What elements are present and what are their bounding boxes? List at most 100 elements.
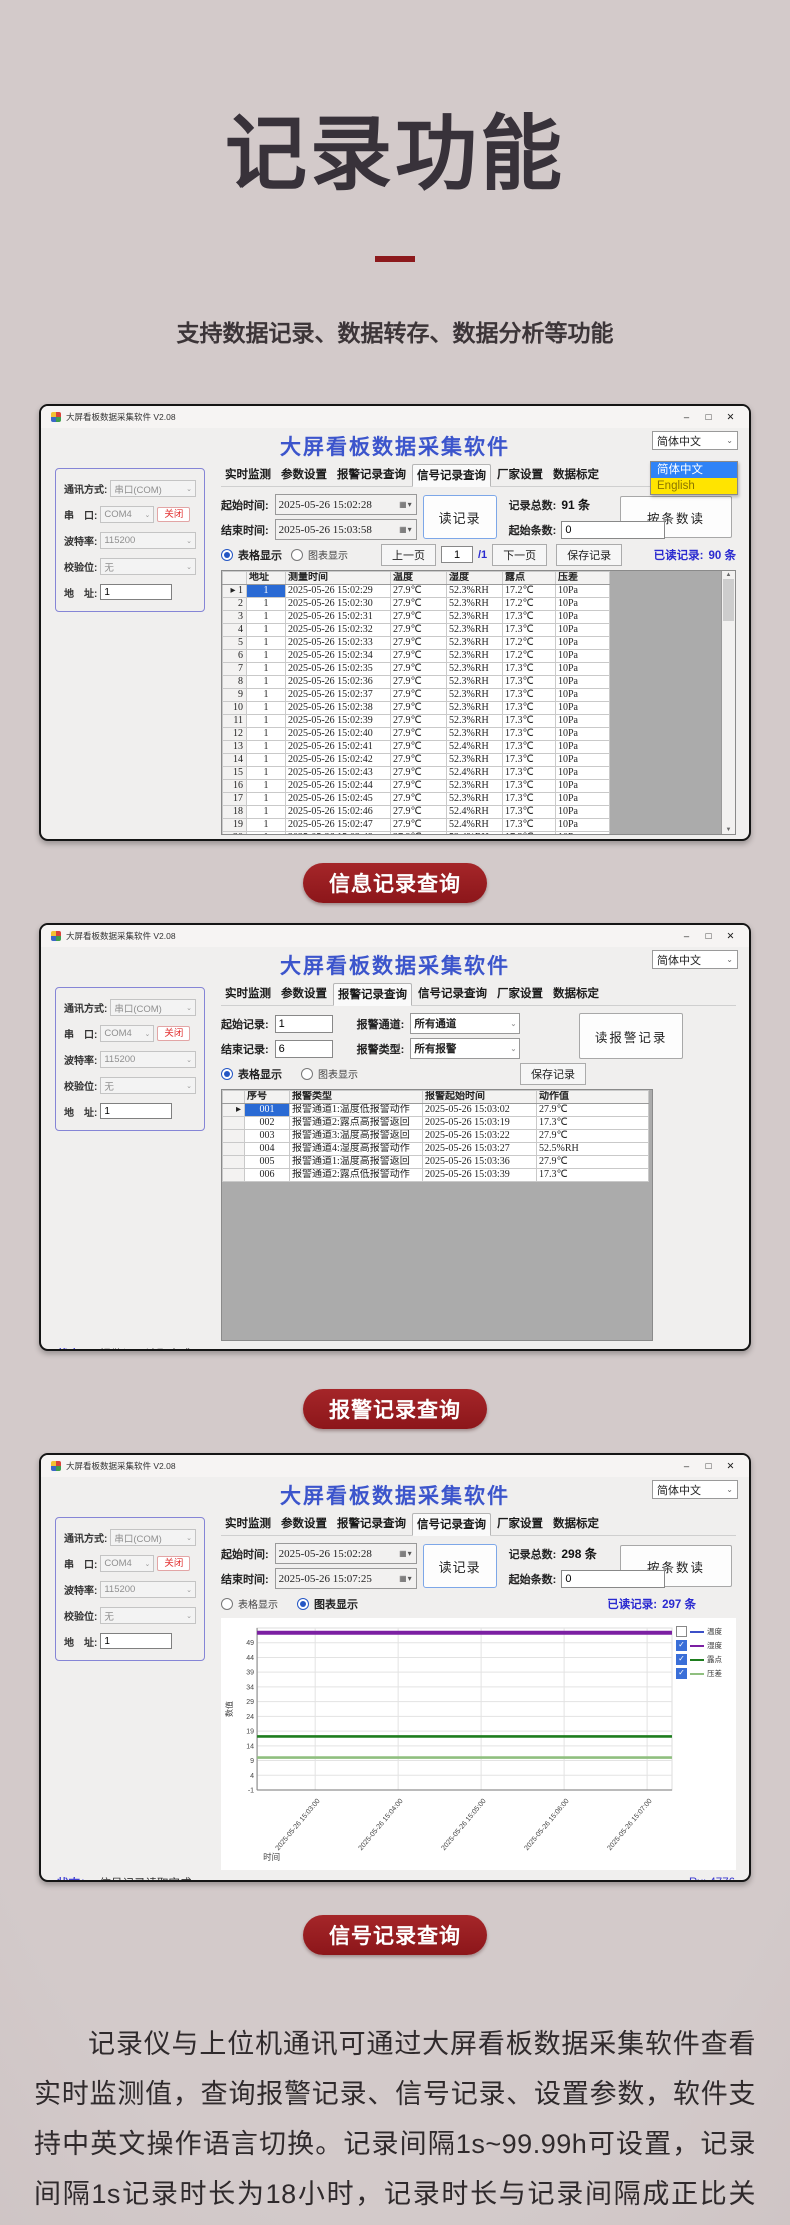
tab-报警记录查询[interactable]: 报警记录查询 xyxy=(333,1513,410,1535)
table-row[interactable]: 912025-05-26 15:02:3727.9℃52.3%RH17.3℃10… xyxy=(223,689,610,702)
table-row[interactable]: ▸ 112025-05-26 15:02:2927.9℃52.3%RH17.2℃… xyxy=(223,585,610,598)
comm-mode-select[interactable]: 串口(COM) ⌄ xyxy=(110,1529,196,1546)
comm-mode-select[interactable]: 串口(COM) ⌄ xyxy=(110,480,196,497)
column-header[interactable]: 湿度 xyxy=(447,572,503,585)
end-time-picker[interactable]: 2025-05-26 15:07:25 ▦▾ xyxy=(275,1568,417,1589)
tab-数据标定[interactable]: 数据标定 xyxy=(549,983,603,1005)
com-port-select[interactable]: COM4 ⌄ xyxy=(100,1555,154,1572)
table-row[interactable]: 006报警通道2:露点低报警动作2025-05-26 15:03:3917.3℃ xyxy=(223,1169,649,1182)
tab-厂家设置[interactable]: 厂家设置 xyxy=(493,1513,547,1535)
table-row[interactable]: 004报警通道4:湿度高报警动作2025-05-26 15:03:2752.5%… xyxy=(223,1143,649,1156)
com-port-select[interactable]: COM4 ⌄ xyxy=(100,1025,154,1042)
table-row[interactable]: 1512025-05-26 15:02:4327.9℃52.4%RH17.3℃1… xyxy=(223,767,610,780)
legend-checkbox[interactable] xyxy=(676,1654,687,1665)
language-selector[interactable]: 简体中文 ⌄ xyxy=(652,1480,738,1499)
table-row[interactable]: 612025-05-26 15:02:3427.9℃52.3%RH17.2℃10… xyxy=(223,650,610,663)
column-header[interactable]: 压差 xyxy=(556,572,610,585)
chart-display-radio[interactable] xyxy=(297,1598,309,1610)
comm-mode-select[interactable]: 串口(COM) ⌄ xyxy=(110,999,196,1016)
tab-数据标定[interactable]: 数据标定 xyxy=(549,1513,603,1535)
table-row[interactable]: 512025-05-26 15:02:3327.9℃52.3%RH17.2℃10… xyxy=(223,637,610,650)
tab-参数设置[interactable]: 参数设置 xyxy=(277,1513,331,1535)
tab-数据标定[interactable]: 数据标定 xyxy=(549,464,603,486)
table-row[interactable]: 1312025-05-26 15:02:4127.9℃52.4%RH17.3℃1… xyxy=(223,741,610,754)
tab-信号记录查询[interactable]: 信号记录查询 xyxy=(414,983,491,1005)
table-row[interactable]: 812025-05-26 15:02:3627.9℃52.3%RH17.3℃10… xyxy=(223,676,610,689)
maximize-button[interactable]: □ xyxy=(700,1461,717,1472)
column-header[interactable]: 报警类型 xyxy=(290,1091,423,1104)
chart-display-radio[interactable] xyxy=(291,549,303,561)
maximize-button[interactable]: □ xyxy=(700,412,717,423)
read-records-button[interactable]: 读记录 xyxy=(423,495,497,539)
scrollbar-thumb[interactable] xyxy=(723,579,734,621)
table-row[interactable]: 1912025-05-26 15:02:4727.9℃52.4%RH17.3℃1… xyxy=(223,819,610,832)
tab-参数设置[interactable]: 参数设置 xyxy=(277,983,331,1005)
save-records-button[interactable]: 保存记录 xyxy=(556,544,622,566)
column-header[interactable]: 地址 xyxy=(247,572,286,585)
column-header[interactable]: 露点 xyxy=(503,572,556,585)
alarm-channel-select[interactable]: 所有通道 ⌄ xyxy=(410,1013,520,1034)
column-header[interactable]: 测量时间 xyxy=(286,572,391,585)
chart-display-radio[interactable] xyxy=(301,1068,313,1080)
parity-select[interactable]: 无 ⌄ xyxy=(100,1607,196,1624)
address-input[interactable] xyxy=(100,584,172,600)
table-row[interactable]: 1112025-05-26 15:02:3927.9℃52.3%RH17.3℃1… xyxy=(223,715,610,728)
scroll-up-icon[interactable]: ▲ xyxy=(726,572,732,578)
com-port-select[interactable]: COM4 ⌄ xyxy=(100,506,154,523)
address-input[interactable] xyxy=(100,1633,172,1649)
table-row[interactable]: 1212025-05-26 15:02:4027.9℃52.3%RH17.3℃1… xyxy=(223,728,610,741)
table-row[interactable]: 1812025-05-26 15:02:4627.9℃52.4%RH17.3℃1… xyxy=(223,806,610,819)
table-row[interactable]: 1012025-05-26 15:02:3827.9℃52.3%RH17.3℃1… xyxy=(223,702,610,715)
parity-select[interactable]: 无 ⌄ xyxy=(100,558,196,575)
table-row[interactable]: 712025-05-26 15:02:3527.9℃52.3%RH17.3℃10… xyxy=(223,663,610,676)
close-port-button[interactable]: 关闭 xyxy=(157,507,190,522)
start-time-picker[interactable]: 2025-05-26 15:02:28 ▦▾ xyxy=(275,1543,417,1564)
prev-page-button[interactable]: 上一页 xyxy=(381,544,436,566)
parity-select[interactable]: 无 ⌄ xyxy=(100,1077,196,1094)
tab-报警记录查询[interactable]: 报警记录查询 xyxy=(333,464,410,486)
table-row[interactable]: 002报警通道2:露点高报警返回2025-05-26 15:03:1917.3℃ xyxy=(223,1117,649,1130)
minimize-button[interactable]: – xyxy=(678,412,695,423)
table-row[interactable]: 412025-05-26 15:02:3227.9℃52.3%RH17.3℃10… xyxy=(223,624,610,637)
read-records-button[interactable]: 读记录 xyxy=(423,1544,497,1588)
save-records-button[interactable]: 保存记录 xyxy=(520,1063,586,1085)
legend-checkbox[interactable] xyxy=(676,1668,687,1679)
language-selector[interactable]: 简体中文 ⌄ xyxy=(652,950,738,969)
baud-rate-select[interactable]: 115200 ⌄ xyxy=(100,1051,196,1068)
table-row[interactable]: ▸001报警通道1:温度低报警动作2025-05-26 15:03:0227.9… xyxy=(223,1104,649,1117)
tab-实时监测[interactable]: 实时监测 xyxy=(221,1513,275,1535)
start-count-input[interactable] xyxy=(561,1570,665,1588)
scroll-down-icon[interactable]: ▼ xyxy=(726,827,732,833)
start-record-input[interactable] xyxy=(275,1015,333,1033)
tab-信号记录查询[interactable]: 信号记录查询 xyxy=(412,464,491,487)
table-row[interactable]: 005报警通道1:温度高报警返回2025-05-26 15:03:3627.9℃ xyxy=(223,1156,649,1169)
table-row[interactable]: 1612025-05-26 15:02:4427.9℃52.3%RH17.3℃1… xyxy=(223,780,610,793)
table-display-radio[interactable] xyxy=(221,1068,233,1080)
column-header[interactable]: 序号 xyxy=(245,1091,290,1104)
close-button[interactable]: ✕ xyxy=(722,1461,739,1472)
table-display-radio[interactable] xyxy=(221,1598,233,1610)
table-display-radio[interactable] xyxy=(221,549,233,561)
legend-checkbox[interactable] xyxy=(676,1626,687,1637)
tab-参数设置[interactable]: 参数设置 xyxy=(277,464,331,486)
table-scrollbar[interactable]: ▲ ▼ xyxy=(721,571,735,834)
language-selector[interactable]: 简体中文 ⌄ xyxy=(652,431,738,450)
language-option-english[interactable]: English xyxy=(651,478,737,494)
tab-信号记录查询[interactable]: 信号记录查询 xyxy=(412,1513,491,1536)
table-row[interactable]: 212025-05-26 15:02:3027.9℃52.3%RH17.2℃10… xyxy=(223,598,610,611)
minimize-button[interactable]: – xyxy=(678,1461,695,1472)
table-row[interactable]: 2012025-05-26 15:02:4827.9℃52.4%RH17.3℃1… xyxy=(223,832,610,836)
baud-rate-select[interactable]: 115200 ⌄ xyxy=(100,1581,196,1598)
tab-报警记录查询[interactable]: 报警记录查询 xyxy=(333,983,412,1006)
next-page-button[interactable]: 下一页 xyxy=(492,544,547,566)
close-port-button[interactable]: 关闭 xyxy=(157,1026,190,1041)
tab-厂家设置[interactable]: 厂家设置 xyxy=(493,464,547,486)
page-number-input[interactable] xyxy=(441,546,473,563)
tab-实时监测[interactable]: 实时监测 xyxy=(221,464,275,486)
table-row[interactable]: 1712025-05-26 15:02:4527.9℃52.3%RH17.3℃1… xyxy=(223,793,610,806)
end-record-input[interactable] xyxy=(275,1040,333,1058)
language-option-chinese[interactable]: 简体中文 xyxy=(651,462,737,478)
close-port-button[interactable]: 关闭 xyxy=(157,1556,190,1571)
start-time-picker[interactable]: 2025-05-26 15:02:28 ▦▾ xyxy=(275,494,417,515)
column-header[interactable]: 温度 xyxy=(391,572,447,585)
